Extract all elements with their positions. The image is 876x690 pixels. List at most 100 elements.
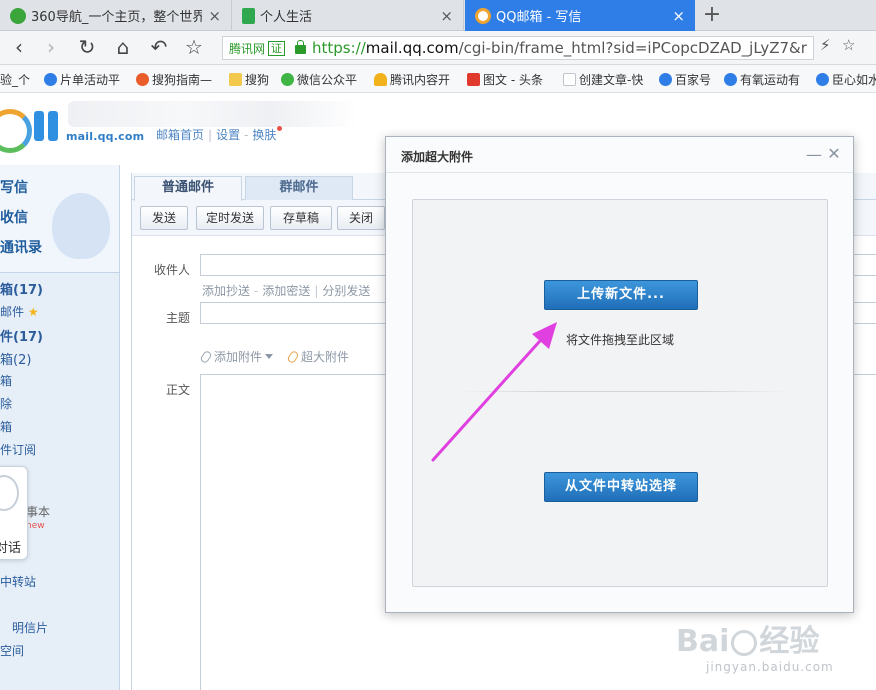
contacts-link[interactable]: 通讯录 bbox=[0, 237, 42, 257]
starred-link[interactable]: 邮件 ★ bbox=[0, 303, 39, 320]
new-tab-button[interactable]: + bbox=[700, 2, 724, 27]
unread-link[interactable]: 件(17) bbox=[0, 326, 43, 345]
lock-icon bbox=[295, 40, 307, 54]
bookmark-item[interactable]: 片单活动平 bbox=[44, 71, 120, 88]
skin-link[interactable]: 换肤 bbox=[252, 128, 276, 142]
write-link[interactable]: 写信 bbox=[0, 177, 28, 197]
site-tag: 腾讯网 bbox=[229, 41, 266, 56]
subject-label: 主题 bbox=[166, 311, 191, 325]
bookmark-item[interactable]: 搜狗指南— bbox=[136, 71, 212, 88]
receive-link[interactable]: 收信 bbox=[0, 207, 28, 227]
attachment-row: 添加附件 超大附件 bbox=[199, 348, 349, 365]
bookmark-item[interactable]: 验_个 bbox=[0, 71, 30, 88]
forward-button[interactable]: › bbox=[38, 35, 64, 61]
paw-icon bbox=[731, 629, 758, 656]
transfer-station-link[interactable]: 中转站 bbox=[0, 573, 36, 590]
subscriptions-link[interactable]: 件订阅 bbox=[0, 441, 36, 458]
logo-mark bbox=[34, 111, 44, 141]
add-attachment-link[interactable]: 添加附件 bbox=[214, 348, 262, 365]
tab-group-mail[interactable]: 群邮件 bbox=[245, 176, 353, 200]
bookmark-item[interactable]: 微信公众平 bbox=[281, 71, 357, 88]
browser-tab-personal-life[interactable]: 个人生活 × bbox=[232, 0, 464, 31]
add-cc-link[interactable]: 添加抄送 bbox=[202, 284, 250, 298]
paw-icon bbox=[816, 73, 829, 86]
bookmark-item[interactable]: 图文 - 头条 bbox=[467, 71, 543, 88]
star-icon[interactable]: ☆ bbox=[842, 36, 855, 54]
notebook-link[interactable]: 事本 bbox=[26, 503, 50, 520]
baidu-jingyan-watermark: Bai 经验 jingyan.baidu.com bbox=[676, 624, 834, 674]
browser-tab-qq-mail[interactable]: QQ邮箱 - 写信 × bbox=[465, 0, 695, 31]
tab-title: 360导航_一个主页，整个世界 bbox=[31, 10, 203, 25]
blurred-account-name bbox=[68, 101, 358, 127]
drafts-link[interactable]: 箱(2) bbox=[0, 349, 31, 368]
chat-label: 对话 bbox=[0, 541, 22, 556]
space-link[interactable]: 空间 bbox=[0, 642, 24, 659]
add-bcc-link[interactable]: 添加密送 bbox=[262, 284, 310, 298]
paw-icon bbox=[724, 73, 737, 86]
schedule-send-button[interactable]: 定时发送 bbox=[196, 206, 264, 230]
close-compose-button[interactable]: 关闭 bbox=[337, 206, 385, 230]
postcard-link[interactable]: 明信片 bbox=[12, 619, 48, 636]
folder-icon bbox=[229, 73, 242, 86]
bookmark-item[interactable]: 创建文章-快 bbox=[563, 71, 643, 88]
inbox-link[interactable]: 箱(17) bbox=[0, 279, 43, 298]
penguin-mascot-icon bbox=[52, 193, 110, 259]
qq-mail-logo[interactable] bbox=[0, 109, 32, 153]
bookmarks-bar: 验_个 片单活动平 搜狗指南— 搜狗 微信公众平 腾讯内容开 图文 - 头条 创… bbox=[0, 65, 876, 93]
tab-title: QQ邮箱 - 写信 bbox=[496, 10, 582, 25]
logo-mark bbox=[48, 111, 58, 141]
minimize-icon[interactable]: — bbox=[806, 145, 822, 164]
cc-links: 添加抄送 - 添加密送 | 分别发送 bbox=[202, 284, 371, 298]
favorite-button[interactable]: ☆ bbox=[181, 35, 207, 61]
close-icon[interactable]: ✕ bbox=[827, 144, 841, 163]
save-draft-button[interactable]: 存草稿 bbox=[270, 206, 332, 230]
bookmark-item[interactable]: 有氧运动有 bbox=[724, 71, 800, 88]
url-text[interactable]: https://mail.qq.com/cgi-bin/frame_html?s… bbox=[312, 39, 807, 57]
close-icon[interactable]: × bbox=[208, 7, 221, 25]
tab-normal-mail[interactable]: 普通邮件 bbox=[134, 176, 242, 201]
sheet-icon bbox=[242, 7, 255, 24]
sent-link[interactable]: 箱 bbox=[0, 372, 12, 389]
home-button[interactable]: ⌂ bbox=[110, 35, 136, 61]
close-icon[interactable]: × bbox=[672, 7, 685, 25]
drop-zone[interactable]: 上传新文件... 将文件拖拽至此区域 从文件中转站选择 bbox=[412, 199, 828, 587]
bookmark-item[interactable]: 搜狗 bbox=[229, 71, 269, 88]
select-from-transfer-button[interactable]: 从文件中转站选择 bbox=[544, 472, 698, 502]
chat-float-panel[interactable]: 对话 bbox=[0, 466, 28, 560]
deleted-link[interactable]: 除 bbox=[0, 395, 12, 412]
paperclip-icon bbox=[199, 349, 213, 364]
chevron-down-icon[interactable] bbox=[265, 354, 274, 359]
spam-link[interactable]: 箱 bbox=[0, 418, 12, 435]
left-nav: 写信 收信 通讯录 箱(17) 邮件 ★ 件(17) 箱(2) 箱 除 箱 件订… bbox=[0, 165, 120, 690]
reload-button[interactable]: ↻ bbox=[74, 35, 100, 61]
bell-icon bbox=[374, 73, 387, 86]
mail-home-link[interactable]: 邮箱首页 bbox=[156, 128, 204, 142]
page-icon bbox=[563, 73, 576, 86]
logo-domain: mail.qq.com bbox=[66, 130, 145, 143]
top-links: 邮箱首页 | 设置 - 换肤 bbox=[156, 126, 283, 143]
back-button[interactable]: ‹ bbox=[6, 35, 32, 61]
large-attachment-dialog: 添加超大附件 — ✕ 上传新文件... 将文件拖拽至此区域 从文件中转站选择 bbox=[385, 136, 854, 613]
bookmark-item[interactable]: 臣心如水 bbox=[816, 71, 876, 88]
dialog-title: 添加超大附件 bbox=[401, 150, 474, 164]
undo-close-tab-button[interactable]: ↶ bbox=[146, 35, 172, 61]
browser-nav-bar: ‹ › ↻ ⌂ ↶ ☆ 腾讯网 证 https://mail.qq.com/cg… bbox=[0, 31, 876, 65]
browser-tab-360[interactable]: 360导航_一个主页，整个世界 × bbox=[0, 0, 232, 31]
dialog-header: 添加超大附件 — ✕ bbox=[386, 137, 853, 173]
lightning-icon[interactable]: ⚡ bbox=[820, 36, 831, 54]
toutiao-icon bbox=[467, 73, 480, 86]
tab-title: 个人生活 bbox=[260, 10, 313, 25]
star-icon: ★ bbox=[27, 305, 39, 319]
bookmark-item[interactable]: 百家号 bbox=[659, 71, 711, 88]
paw-icon bbox=[44, 73, 57, 86]
browser-tab-bar: 360导航_一个主页，整个世界 × 个人生活 × QQ邮箱 - 写信 × + bbox=[0, 0, 876, 31]
upload-new-file-button[interactable]: 上传新文件... bbox=[544, 280, 698, 310]
close-icon[interactable]: × bbox=[440, 7, 453, 25]
large-attachment-link[interactable]: 超大附件 bbox=[301, 348, 349, 365]
settings-link[interactable]: 设置 bbox=[216, 128, 240, 142]
send-button[interactable]: 发送 bbox=[140, 206, 188, 230]
separate-send-link[interactable]: 分别发送 bbox=[322, 284, 370, 298]
certificate-badge[interactable]: 证 bbox=[268, 40, 286, 56]
address-bar[interactable]: 腾讯网 证 https://mail.qq.com/cgi-bin/frame_… bbox=[222, 36, 814, 60]
bookmark-item[interactable]: 腾讯内容开 bbox=[374, 71, 450, 88]
